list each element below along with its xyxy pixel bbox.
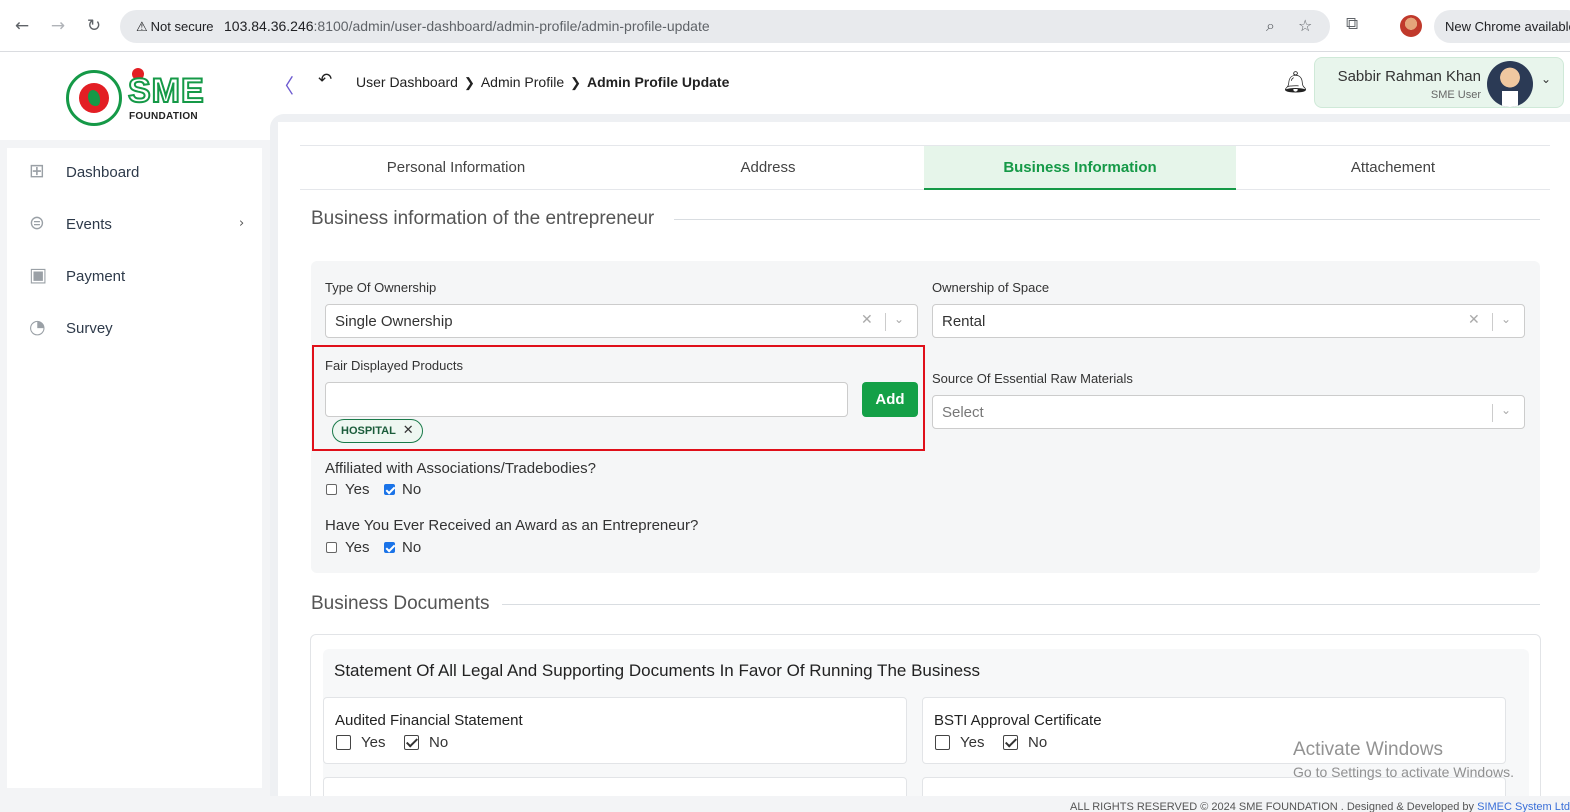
bsti-yes-label: Yes — [960, 734, 985, 751]
product-chip: HOSPITAL ✕ — [332, 419, 423, 443]
windows-activation-watermark: Activate Windows Go to Settings to activ… — [1293, 739, 1514, 780]
raw-materials-label: Source Of Essential Raw Materials — [932, 371, 1133, 386]
clear-icon[interactable]: ✕ — [861, 312, 873, 328]
footer-text: ALL RIGHTS RESERVED © 2024 SME FOUNDATIO… — [1070, 801, 1570, 812]
forward-arrow-icon[interactable]: → — [46, 14, 70, 38]
warning-icon: ⚠ — [136, 20, 148, 35]
affiliated-yes-checkbox[interactable] — [326, 484, 337, 495]
back-arrow-icon[interactable]: ← — [10, 14, 34, 38]
sidebar-item-dashboard[interactable]: ⊞ Dashboard — [7, 152, 262, 192]
type-of-ownership-label: Type Of Ownership — [325, 280, 437, 295]
user-name: Sabbir Rahman Khan — [1337, 68, 1481, 85]
user-role: SME User — [1430, 89, 1481, 101]
ownership-of-space-label: Ownership of Space — [932, 280, 1050, 295]
documents-subtitle: Statement Of All Legal And Supporting Do… — [334, 661, 981, 680]
star-icon[interactable]: ☆ — [1298, 16, 1312, 35]
reload-icon[interactable]: ↻ — [82, 14, 106, 38]
bsti-no-checkbox[interactable] — [1003, 735, 1018, 750]
chevron-down-icon[interactable]: ⌄ — [1501, 403, 1511, 417]
chevron-down-icon[interactable]: ⌄ — [1501, 312, 1511, 326]
url-text[interactable]: 103.84.36.246:8100/admin/user-dashboard/… — [224, 18, 710, 34]
select-divider — [1492, 404, 1493, 422]
audited-financial-card: Audited Financial Statement Yes No — [323, 697, 907, 764]
government-emblem-icon — [66, 70, 122, 126]
affiliated-no-label: No — [402, 481, 422, 498]
section-divider — [674, 219, 1540, 220]
user-menu[interactable]: Sabbir Rahman Khan SME User ⌄ — [1314, 57, 1564, 108]
grid-icon: ⊞ — [29, 160, 45, 182]
affiliated-yes-label: Yes — [345, 481, 370, 498]
main-content: Personal Information Address Business In… — [270, 114, 1570, 796]
clear-icon[interactable]: ✕ — [1468, 312, 1480, 328]
footer: ALL RIGHTS RESERVED © 2024 SME FOUNDATIO… — [0, 796, 1570, 812]
select-divider — [1492, 313, 1493, 331]
browser-toolbar: ← → ↻ ⚠ Not secure 103.84.36.246:8100/adm… — [0, 0, 1570, 52]
affiliated-no-checkbox[interactable] — [384, 484, 395, 495]
chevron-right-icon: ❯ — [463, 75, 475, 90]
avatar — [1487, 61, 1533, 107]
tab-personal-information[interactable]: Personal Information — [300, 146, 612, 190]
raw-materials-select[interactable]: Select ⌄ — [932, 395, 1525, 429]
section-divider — [502, 604, 1540, 605]
chevron-down-icon[interactable]: ⌄ — [894, 312, 904, 326]
type-of-ownership-select[interactable]: Single Ownership ✕ ⌄ — [325, 304, 918, 338]
audited-yes-label: Yes — [361, 734, 386, 751]
bsti-no-label: No — [1028, 734, 1048, 751]
undo-back-icon[interactable]: ↶ — [318, 70, 332, 90]
sidebar: ⊞ Dashboard ⊜ Events › ▣ Payment ◔ Surve… — [7, 148, 262, 788]
lock-circle-icon: ⊜ — [29, 212, 45, 234]
audited-yes-checkbox[interactable] — [336, 735, 351, 750]
award-no-label: No — [402, 539, 422, 556]
fair-displayed-products-label: Fair Displayed Products — [325, 358, 463, 373]
breadcrumb-admin-profile[interactable]: Admin Profile — [481, 74, 564, 90]
remove-chip-icon[interactable]: ✕ — [403, 423, 414, 438]
cash-icon: ▣ — [29, 264, 47, 286]
new-chrome-button[interactable]: New Chrome available — [1434, 10, 1570, 43]
security-indicator[interactable]: ⚠ Not secure — [128, 14, 222, 39]
notification-bell-icon[interactable]: 🔔︎ — [1282, 70, 1309, 95]
audited-no-label: No — [429, 734, 449, 751]
award-no-checkbox[interactable] — [384, 542, 395, 553]
breadcrumb: User Dashboard ❯ Admin Profile ❯ Admin Profi… — [356, 74, 729, 91]
breadcrumb-user-dashboard[interactable]: User Dashboard — [356, 74, 458, 90]
tab-attachement[interactable]: Attachement — [1236, 146, 1550, 190]
chevron-right-icon: › — [239, 216, 245, 231]
zoom-icon[interactable]: ⌕ — [1266, 16, 1275, 36]
select-divider — [885, 313, 886, 331]
sidebar-item-survey[interactable]: ◔ Survey — [7, 308, 262, 348]
award-question: Have You Ever Received an Award as an En… — [325, 517, 699, 534]
award-yes-checkbox[interactable] — [326, 542, 337, 553]
award-yes-label: Yes — [345, 539, 370, 556]
tab-address[interactable]: Address — [612, 146, 924, 190]
bsti-yes-checkbox[interactable] — [935, 735, 950, 750]
ownership-of-space-select[interactable]: Rental ✕ ⌄ — [932, 304, 1525, 338]
profile-tabs: Personal Information Address Business In… — [300, 145, 1550, 190]
extensions-icon[interactable]: ⧉ — [1346, 14, 1358, 34]
pie-chart-icon: ◔ — [29, 316, 46, 338]
add-product-button[interactable]: Add — [862, 382, 918, 417]
sidebar-item-payment[interactable]: ▣ Payment — [7, 256, 262, 296]
affiliated-question: Affiliated with Associations/Tradebodies… — [325, 460, 596, 477]
profile-update-panel: Personal Information Address Business In… — [278, 122, 1570, 796]
business-section-title: Business information of the entrepreneur — [311, 208, 655, 229]
chevron-right-icon: ❯ — [570, 75, 582, 90]
profile-icon[interactable] — [1400, 15, 1422, 37]
audited-no-checkbox[interactable] — [404, 735, 419, 750]
chevron-down-icon[interactable]: ⌄ — [1541, 72, 1551, 86]
developer-link[interactable]: SIMEC System Ltd. — [1477, 801, 1570, 812]
sme-foundation-logo[interactable]: SME FOUNDATION — [66, 68, 206, 126]
collapse-sidebar-icon[interactable]: 〈 — [274, 70, 294, 99]
fair-products-input[interactable] — [325, 382, 848, 417]
tab-business-information[interactable]: Business Information — [924, 146, 1236, 190]
sidebar-item-events[interactable]: ⊜ Events › — [7, 204, 262, 244]
breadcrumb-current: Admin Profile Update — [587, 74, 730, 90]
next-document-card — [323, 777, 907, 796]
documents-section-title: Business Documents — [311, 593, 490, 614]
address-bar[interactable]: ⚠ Not secure 103.84.36.246:8100/admin/use… — [120, 10, 1330, 43]
